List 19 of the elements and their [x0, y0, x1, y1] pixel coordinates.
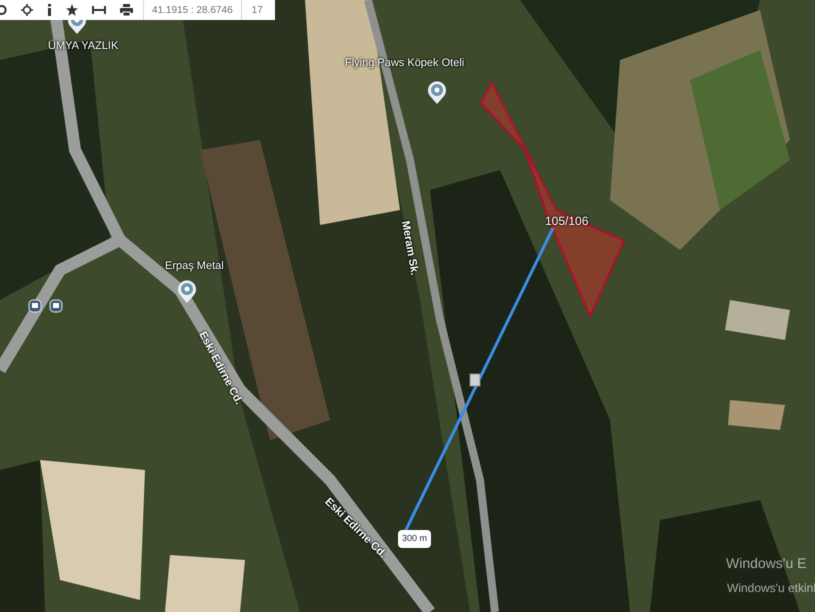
print-icon[interactable]	[120, 4, 133, 16]
width-arrows-icon[interactable]	[92, 5, 106, 15]
info-icon[interactable]	[47, 4, 52, 16]
place-label[interactable]: Erpaş Metal	[165, 258, 224, 274]
coordinates-text: 41.1915 : 28.6746	[152, 4, 233, 18]
place-marker-icon[interactable]	[427, 80, 447, 105]
zoom-level-text: 17	[252, 4, 263, 18]
activation-subtitle: Windows'u etkinl	[727, 580, 815, 597]
parcel-label: 105/106	[545, 213, 588, 230]
place-marker-icon[interactable]	[177, 279, 197, 304]
star-icon[interactable]	[66, 4, 78, 16]
place-label[interactable]: ÜMYA YAZLIK	[48, 38, 118, 54]
crosshair-icon[interactable]	[21, 4, 33, 16]
refresh-icon[interactable]	[0, 4, 7, 16]
greenhouse-roof	[725, 300, 790, 340]
distance-label: 300 m	[398, 530, 432, 548]
activation-title: Windows'u E	[726, 554, 806, 573]
field-plot	[728, 400, 785, 430]
street-label: Meram Sk.	[398, 220, 422, 277]
